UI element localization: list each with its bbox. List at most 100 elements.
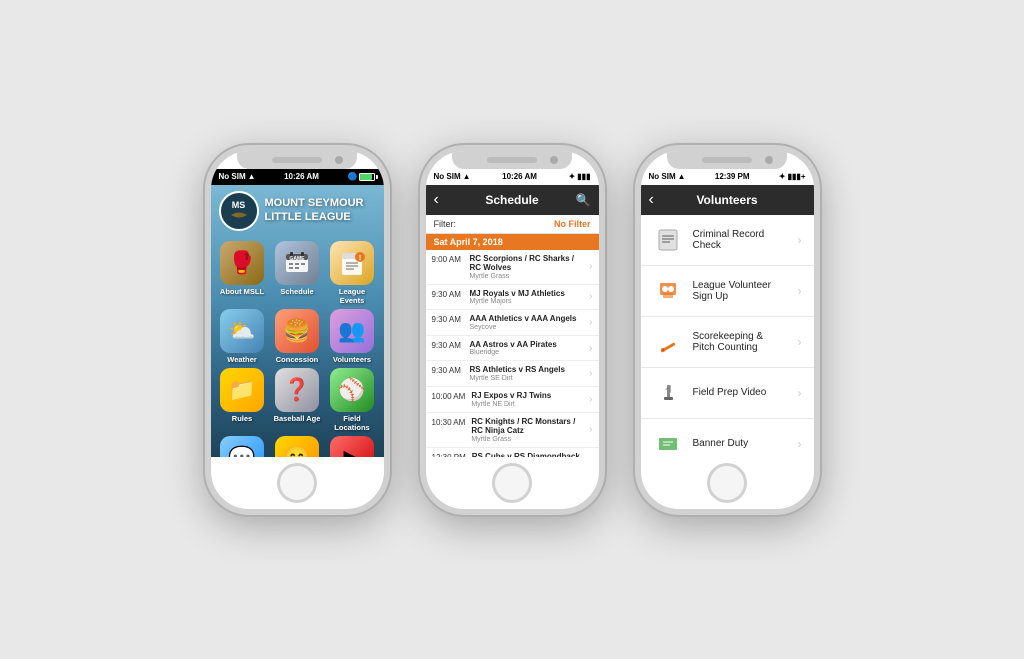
field-locations-icon: ⚾ bbox=[330, 368, 374, 412]
home-button-1[interactable] bbox=[277, 463, 317, 503]
phone1-content: MS MOUNT SEYMOUR LITTLE LEAGUE 🥊 About M… bbox=[211, 185, 384, 457]
back-button-2[interactable]: ‹ bbox=[434, 191, 439, 209]
schedule-item-7[interactable]: 12:30 PM RS Cubs v RS Diamondback Myrtle… bbox=[426, 448, 599, 457]
grid-item-schedule[interactable]: GAME Schedule bbox=[272, 241, 323, 305]
schedule-item-0[interactable]: 9:00 AM RC Scorpions / RC Sharks / RC Wo… bbox=[426, 250, 599, 285]
speaker-2 bbox=[487, 157, 537, 163]
scorekeeping-icon-wrap bbox=[653, 327, 683, 357]
sched-arrow-5: › bbox=[589, 394, 592, 405]
sched-game-7: RS Cubs v RS Diamondback bbox=[472, 452, 583, 457]
schedule-item-3[interactable]: 9:30 AM AA Astros v AA Pirates Blueridge… bbox=[426, 336, 599, 362]
about-label: About MSLL bbox=[220, 287, 264, 296]
concession-label: Concession bbox=[276, 355, 319, 364]
field-prep-label: Field Prep Video bbox=[693, 387, 788, 398]
date-header: Sat April 7, 2018 bbox=[426, 234, 599, 250]
field-prep-icon-wrap bbox=[653, 378, 683, 408]
sched-field-0: Myrtle Grass bbox=[470, 273, 584, 280]
criminal-record-icon bbox=[656, 228, 680, 252]
grid-item-concession[interactable]: 🍔 Concession bbox=[272, 309, 323, 364]
events-svg: ! bbox=[338, 249, 366, 277]
phone3-nav: ‹ Volunteers bbox=[641, 185, 814, 215]
banner-icon-wrap bbox=[653, 429, 683, 457]
filter-value[interactable]: No Filter bbox=[554, 219, 591, 229]
grid-item-volunteers[interactable]: 👥 Volunteers bbox=[327, 309, 378, 364]
vol-item-signup[interactable]: League Volunteer Sign Up › bbox=[641, 266, 814, 317]
grid-item-about[interactable]: 🥊 About MSLL bbox=[217, 241, 268, 305]
schedule-item-1[interactable]: 9:30 AM MJ Royals v MJ Athletics Myrtle … bbox=[426, 285, 599, 311]
speaker-3 bbox=[702, 157, 752, 163]
home-button-2[interactable] bbox=[492, 463, 532, 503]
criminal-icon-wrap bbox=[653, 225, 683, 255]
grid-item-chat2[interactable]: 😊 bbox=[272, 436, 323, 457]
signup-icon-wrap bbox=[653, 276, 683, 306]
schedule-item-5[interactable]: 10:00 AM RJ Expos v RJ Twins Myrtle NE D… bbox=[426, 387, 599, 413]
sched-arrow-6: › bbox=[589, 424, 592, 435]
vol-item-field-prep[interactable]: Field Prep Video › bbox=[641, 368, 814, 419]
scorekeeping-icon bbox=[656, 330, 680, 354]
status-right-2: ✦ ▮▮▮ bbox=[569, 172, 591, 181]
schedule-item-4[interactable]: 9:30 AM RS Athletics v RS Angels Myrtle … bbox=[426, 361, 599, 387]
grid-item-field-locations[interactable]: ⚾ Field Locations bbox=[327, 368, 378, 432]
camera bbox=[335, 156, 343, 164]
phone-1-screen: No SIM ▲ 10:26 AM 🔵 MS bbox=[211, 169, 384, 457]
events-icon: ! bbox=[330, 241, 374, 285]
nav-title-3: Volunteers bbox=[696, 193, 757, 207]
sched-field-3: Blueridge bbox=[470, 349, 584, 356]
schedule-item-2[interactable]: 9:30 AM AAA Athletics v AAA Angels Seyco… bbox=[426, 310, 599, 336]
banner-arrow: › bbox=[798, 437, 802, 451]
sched-arrow-7: › bbox=[589, 455, 592, 457]
grid-item-weather[interactable]: ⛅ Weather bbox=[217, 309, 268, 364]
weather-label: Weather bbox=[227, 355, 256, 364]
vol-item-banner[interactable]: Banner Duty › bbox=[641, 419, 814, 457]
sched-arrow-4: › bbox=[589, 368, 592, 379]
schedule-item-6[interactable]: 10:30 AM RC Knights / RC Monstars / RC N… bbox=[426, 413, 599, 448]
home-button-3[interactable] bbox=[707, 463, 747, 503]
phone2-content: ‹ Schedule 🔍 Filter: No Filter Sat April… bbox=[426, 185, 599, 457]
grid-item-events[interactable]: ! League Events bbox=[327, 241, 378, 305]
filter-bar: Filter: No Filter bbox=[426, 215, 599, 234]
status-right-1: 🔵 bbox=[348, 172, 376, 181]
phone-3-screen: No SIM ▲ 12:39 PM ✦ ▮▮▮+ ‹ Volunteers bbox=[641, 169, 814, 457]
wifi-icon-3: ▲ bbox=[678, 172, 686, 181]
grid-item-baseball-age[interactable]: ❓ Baseball Age bbox=[272, 368, 323, 432]
chat1-icon: 💬 bbox=[220, 436, 264, 457]
phone-2-screen: No SIM ▲ 10:26 AM ✦ ▮▮▮ ‹ Schedule 🔍 Fil… bbox=[426, 169, 599, 457]
phone1-header: MS MOUNT SEYMOUR LITTLE LEAGUE bbox=[211, 185, 384, 237]
criminal-arrow: › bbox=[798, 233, 802, 247]
schedule-list: 9:00 AM RC Scorpions / RC Sharks / RC Wo… bbox=[426, 250, 599, 457]
camera-3 bbox=[765, 156, 773, 164]
vol-item-scorekeeping[interactable]: Scorekeeping & Pitch Counting › bbox=[641, 317, 814, 368]
sched-game-3: AA Astros v AA Pirates bbox=[470, 340, 584, 350]
battery-2: ▮▮▮ bbox=[577, 172, 590, 181]
search-button-2[interactable]: 🔍 bbox=[576, 193, 591, 207]
sched-time-5: 10:00 AM bbox=[432, 392, 466, 401]
bluetooth-icon-3: ✦ bbox=[779, 172, 786, 181]
msll-logo: MS bbox=[219, 191, 259, 231]
sched-game-6: RC Knights / RC Monstars / RC Ninja Catz bbox=[471, 417, 583, 436]
events-label: League Events bbox=[327, 287, 378, 305]
svg-text:GAME: GAME bbox=[290, 256, 306, 262]
nav-title-2: Schedule bbox=[485, 193, 538, 207]
rules-label: Rules bbox=[232, 414, 252, 423]
phone2-nav: ‹ Schedule 🔍 bbox=[426, 185, 599, 215]
grid-item-rules[interactable]: 📁 Rules bbox=[217, 368, 268, 432]
chat2-icon: 😊 bbox=[275, 436, 319, 457]
sched-time-2: 9:30 AM bbox=[432, 315, 464, 324]
sched-info-4: RS Athletics v RS Angels Myrtle SE Dirt bbox=[470, 365, 584, 382]
sched-field-4: Myrtle SE Dirt bbox=[470, 375, 584, 382]
sched-arrow-3: › bbox=[589, 343, 592, 354]
vol-item-criminal[interactable]: Criminal Record Check › bbox=[641, 215, 814, 266]
time-3: 12:39 PM bbox=[715, 172, 750, 181]
volunteers-label: Volunteers bbox=[333, 355, 371, 364]
back-button-3[interactable]: ‹ bbox=[649, 191, 654, 209]
status-bar-3: No SIM ▲ 12:39 PM ✦ ▮▮▮+ bbox=[641, 169, 814, 185]
logo-text: MS bbox=[232, 201, 246, 210]
weather-icon: ⛅ bbox=[220, 309, 264, 353]
time-2: 10:26 AM bbox=[502, 172, 537, 181]
grid-item-chat1[interactable]: 💬 bbox=[217, 436, 268, 457]
sched-info-6: RC Knights / RC Monstars / RC Ninja Catz… bbox=[471, 417, 583, 443]
grid-item-video[interactable]: ▶ bbox=[327, 436, 378, 457]
volunteer-signup-icon bbox=[656, 279, 680, 303]
phone-2: No SIM ▲ 10:26 AM ✦ ▮▮▮ ‹ Schedule 🔍 Fil… bbox=[420, 145, 605, 515]
signup-arrow: › bbox=[798, 284, 802, 298]
